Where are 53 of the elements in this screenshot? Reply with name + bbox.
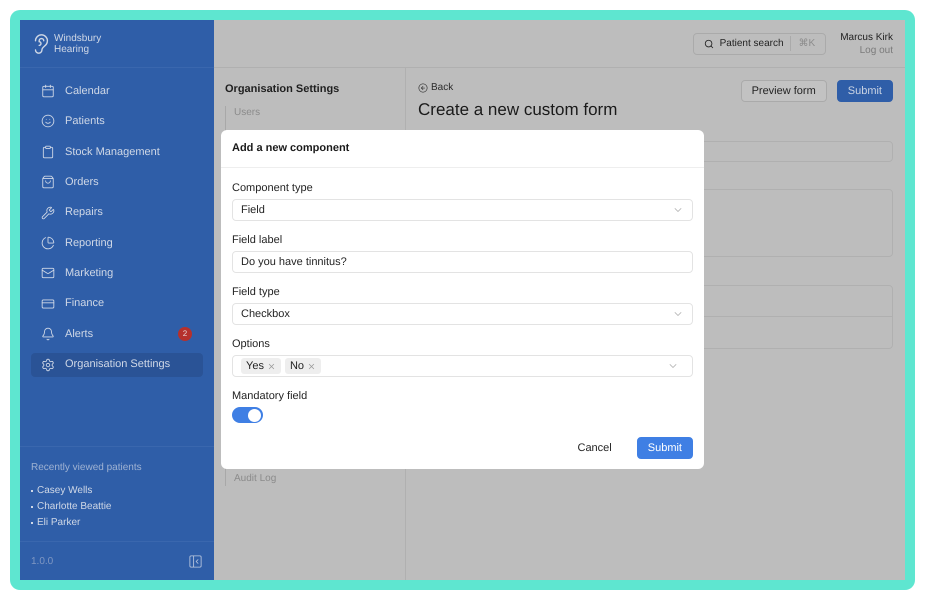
- user-name: Marcus Kirk: [840, 30, 893, 44]
- nav-item[interactable]: Finance: [31, 292, 203, 316]
- nav-item[interactable]: Repairs: [31, 200, 203, 225]
- search-label: Patient search: [720, 37, 784, 51]
- submit-button[interactable]: Submit: [636, 437, 693, 459]
- modal-title: Add a new component: [232, 141, 350, 156]
- field-label: Options: [232, 337, 271, 351]
- nav-item[interactable]: Calendar: [31, 79, 203, 103]
- version-text: 1.0.0: [31, 554, 54, 568]
- multi-select-field[interactable]: Yes No: [232, 355, 693, 377]
- smiley-icon: [41, 114, 55, 128]
- settings-icon: [41, 358, 55, 372]
- toggle-switch[interactable]: [232, 407, 263, 423]
- nav-item[interactable]: Stock Management: [31, 140, 203, 164]
- bell-icon: [41, 327, 55, 342]
- panel-title: Organisation Settings: [225, 82, 340, 97]
- option-tag: Yes: [241, 358, 281, 374]
- nav-item[interactable]: Orders: [31, 170, 203, 194]
- page-title: Create a new custom form: [418, 99, 618, 121]
- calendar-icon: [41, 84, 55, 98]
- field-label: Mandatory field: [232, 389, 308, 403]
- nav-item[interactable]: Reporting: [31, 230, 203, 255]
- brand-name: Windsbury Hearing: [54, 32, 102, 54]
- field-label: Component type: [232, 181, 314, 195]
- option-tag: No: [284, 358, 322, 374]
- field-label: Field label: [232, 233, 284, 247]
- card-icon: [41, 296, 55, 311]
- patient-link[interactable]: Charlotte Beattie: [31, 499, 203, 515]
- field-label: Field type: [232, 285, 281, 299]
- nav-item[interactable]: Alerts 2: [31, 322, 203, 346]
- select-field[interactable]: Checkbox: [232, 303, 693, 325]
- remove-icon[interactable]: [266, 362, 276, 370]
- preview-button[interactable]: Preview form: [740, 80, 827, 102]
- submit-button[interactable]: Submit: [836, 80, 893, 102]
- nav-item[interactable]: Organisation Settings: [31, 352, 203, 377]
- nav-item[interactable]: Patients: [31, 109, 203, 134]
- patient-link[interactable]: Casey Wells: [31, 483, 203, 499]
- patient-link[interactable]: Eli Parker: [31, 515, 203, 531]
- bag-icon: [41, 175, 55, 190]
- wrench-icon: [41, 206, 55, 220]
- search-icon: [704, 38, 714, 48]
- pie-chart-icon: [41, 236, 55, 250]
- remove-icon[interactable]: [307, 362, 316, 370]
- count-badge: 2: [178, 327, 192, 342]
- logout-link[interactable]: Log out: [860, 44, 893, 56]
- back-link[interactable]: Back: [418, 80, 618, 95]
- input-field[interactable]: Do you have tinnitus?: [232, 251, 693, 273]
- collapse-sidebar-icon[interactable]: [188, 554, 203, 568]
- envelope-icon: [41, 266, 55, 280]
- clipboard-icon: [41, 144, 55, 159]
- select-field[interactable]: Field: [232, 199, 693, 221]
- nav-item[interactable]: Marketing: [31, 261, 203, 286]
- section-heading: Recently viewed patients: [31, 461, 143, 475]
